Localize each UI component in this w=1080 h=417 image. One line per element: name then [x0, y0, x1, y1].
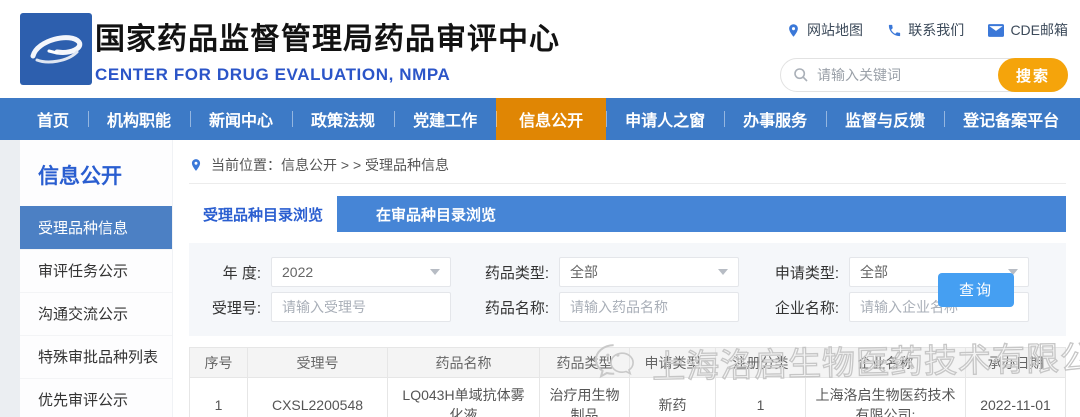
apply-type-select-value: 全部: [860, 262, 888, 282]
apply-type-label: 申请类型:: [761, 262, 839, 283]
mail-icon: [988, 24, 1004, 37]
cell-drug-name: LQ043H单域抗体雾化液: [388, 378, 540, 417]
drug-type-select[interactable]: 全部: [559, 257, 739, 287]
col-header-acceptance-no: 受理号: [248, 348, 388, 378]
nav-item-registration-platform[interactable]: 登记备案平台: [944, 98, 1078, 140]
nav-item-services[interactable]: 办事服务: [724, 98, 826, 140]
left-gutter: [0, 140, 20, 417]
breadcrumb: 当前位置：信息公开 > > 受理品种信息: [189, 146, 1066, 184]
chevron-down-icon: [430, 269, 440, 275]
acceptance-no-input[interactable]: [271, 292, 451, 322]
nav-item-info-disclosure[interactable]: 信息公开: [496, 98, 606, 140]
breadcrumb-label: 当前位置：信息公开 > > 受理品种信息: [211, 155, 449, 175]
chevron-down-icon: [718, 269, 728, 275]
results-table: 序号 受理号 药品名称 药品类型 申请类型 注册分类 企业名称 承办日期 1 C…: [189, 347, 1066, 417]
breadcrumb-pin-icon: [189, 158, 203, 172]
site-title-en: CENTER FOR DRUG EVALUATION, NMPA: [95, 65, 560, 85]
drug-type-select-value: 全部: [570, 262, 598, 282]
cell-acceptance-no: CXSL2200548: [248, 378, 388, 417]
col-header-company: 企业名称: [806, 348, 966, 378]
year-label: 年 度:: [203, 262, 261, 283]
sitemap-label: 网站地图: [807, 20, 863, 40]
cde-logo: [20, 13, 92, 85]
nav-item-functions[interactable]: 机构职能: [88, 98, 190, 140]
sidebar-title: 信息公开: [20, 140, 172, 206]
filter-row-1: 年 度: 2022 药品类型: 全部 申请类型: 全部: [203, 257, 1052, 287]
tab-bar: 受理品种目录浏览 在审品种目录浏览: [189, 196, 1066, 232]
nav-item-party[interactable]: 党建工作: [394, 98, 496, 140]
drug-name-input[interactable]: [559, 292, 739, 322]
search-input[interactable]: [809, 67, 998, 83]
tab-under-review-catalog[interactable]: 在审品种目录浏览: [351, 196, 521, 232]
drug-name-label: 药品名称:: [471, 297, 549, 318]
filter-row-2: 受理号: 药品名称: 企业名称:: [203, 292, 1052, 322]
site-titles: 国家药品监督管理局药品审评中心 CENTER FOR DRUG EVALUATI…: [95, 14, 560, 85]
col-header-drug-type: 药品类型: [540, 348, 630, 378]
cell-registration-class: 1: [716, 378, 806, 417]
fish-swoosh-icon: [27, 24, 85, 74]
col-header-registration-class: 注册分类: [716, 348, 806, 378]
header-quicklinks: 网站地图 联系我们 CDE邮箱: [786, 20, 1068, 40]
main-nav: 首页 机构职能 新闻中心 政策法规 党建工作 信息公开 申请人之窗 办事服务 监…: [0, 98, 1080, 140]
sidebar-item-accepted-varieties[interactable]: 受理品种信息: [20, 206, 172, 249]
cell-apply-type: 新药: [630, 378, 716, 417]
acceptance-no-label: 受理号:: [203, 297, 261, 318]
col-header-index: 序号: [190, 348, 248, 378]
company-name-label: 企业名称:: [761, 297, 839, 318]
nav-item-supervision-feedback[interactable]: 监督与反馈: [826, 98, 944, 140]
cell-company: 上海洛启生物医药技术有限公司;: [806, 378, 966, 417]
location-pin-icon: [786, 23, 801, 38]
year-select[interactable]: 2022: [271, 257, 451, 287]
main-panel: 当前位置：信息公开 > > 受理品种信息 受理品种目录浏览 在审品种目录浏览 年…: [173, 140, 1080, 417]
filter-panel: 年 度: 2022 药品类型: 全部 申请类型: 全部: [189, 243, 1066, 336]
search-icon: [793, 67, 809, 83]
cell-index: 1: [190, 378, 248, 417]
sitemap-link[interactable]: 网站地图: [786, 20, 863, 40]
search-button[interactable]: 搜索: [998, 58, 1068, 92]
contact-us-link[interactable]: 联系我们: [887, 20, 964, 40]
col-header-apply-type: 申请类型: [630, 348, 716, 378]
content-area: 信息公开 受理品种信息 审评任务公示 沟通交流公示 特殊审批品种列表 优先审评公…: [0, 140, 1080, 417]
site-title-cn: 国家药品监督管理局药品审评中心: [95, 14, 560, 58]
query-button[interactable]: 查询: [938, 273, 1014, 307]
col-header-handle-date: 承办日期: [966, 348, 1066, 378]
cde-mail-label: CDE邮箱: [1010, 20, 1068, 40]
nav-item-applicant-window[interactable]: 申请人之窗: [606, 98, 724, 140]
year-select-value: 2022: [282, 264, 313, 280]
cell-drug-type: 治疗用生物制品: [540, 378, 630, 417]
site-header: 国家药品监督管理局药品审评中心 CENTER FOR DRUG EVALUATI…: [0, 0, 1080, 98]
sidebar-item-priority-review[interactable]: 优先审评公示: [20, 378, 172, 417]
cell-handle-date: 2022-11-01: [966, 378, 1066, 417]
table-row: 1 CXSL2200548 LQ043H单域抗体雾化液 治疗用生物制品 新药 1…: [190, 378, 1066, 417]
nav-item-news[interactable]: 新闻中心: [190, 98, 292, 140]
col-header-drug-name: 药品名称: [388, 348, 540, 378]
tab-accepted-catalog[interactable]: 受理品种目录浏览: [189, 196, 337, 232]
sidebar-item-review-tasks[interactable]: 审评任务公示: [20, 249, 172, 292]
contact-us-label: 联系我们: [908, 20, 964, 40]
phone-icon: [887, 23, 902, 38]
cde-mail-link[interactable]: CDE邮箱: [988, 20, 1068, 40]
nav-item-policies[interactable]: 政策法规: [292, 98, 394, 140]
cde-website-page: 国家药品监督管理局药品审评中心 CENTER FOR DRUG EVALUATI…: [0, 0, 1080, 417]
drug-type-label: 药品类型:: [471, 262, 549, 283]
table-header-row: 序号 受理号 药品名称 药品类型 申请类型 注册分类 企业名称 承办日期: [190, 348, 1066, 378]
nav-item-home[interactable]: 首页: [18, 98, 88, 140]
sidebar-item-special-approval[interactable]: 特殊审批品种列表: [20, 335, 172, 378]
site-search: 搜索: [780, 58, 1068, 92]
sidebar-item-communication[interactable]: 沟通交流公示: [20, 292, 172, 335]
sidebar: 信息公开 受理品种信息 审评任务公示 沟通交流公示 特殊审批品种列表 优先审评公…: [20, 140, 173, 417]
